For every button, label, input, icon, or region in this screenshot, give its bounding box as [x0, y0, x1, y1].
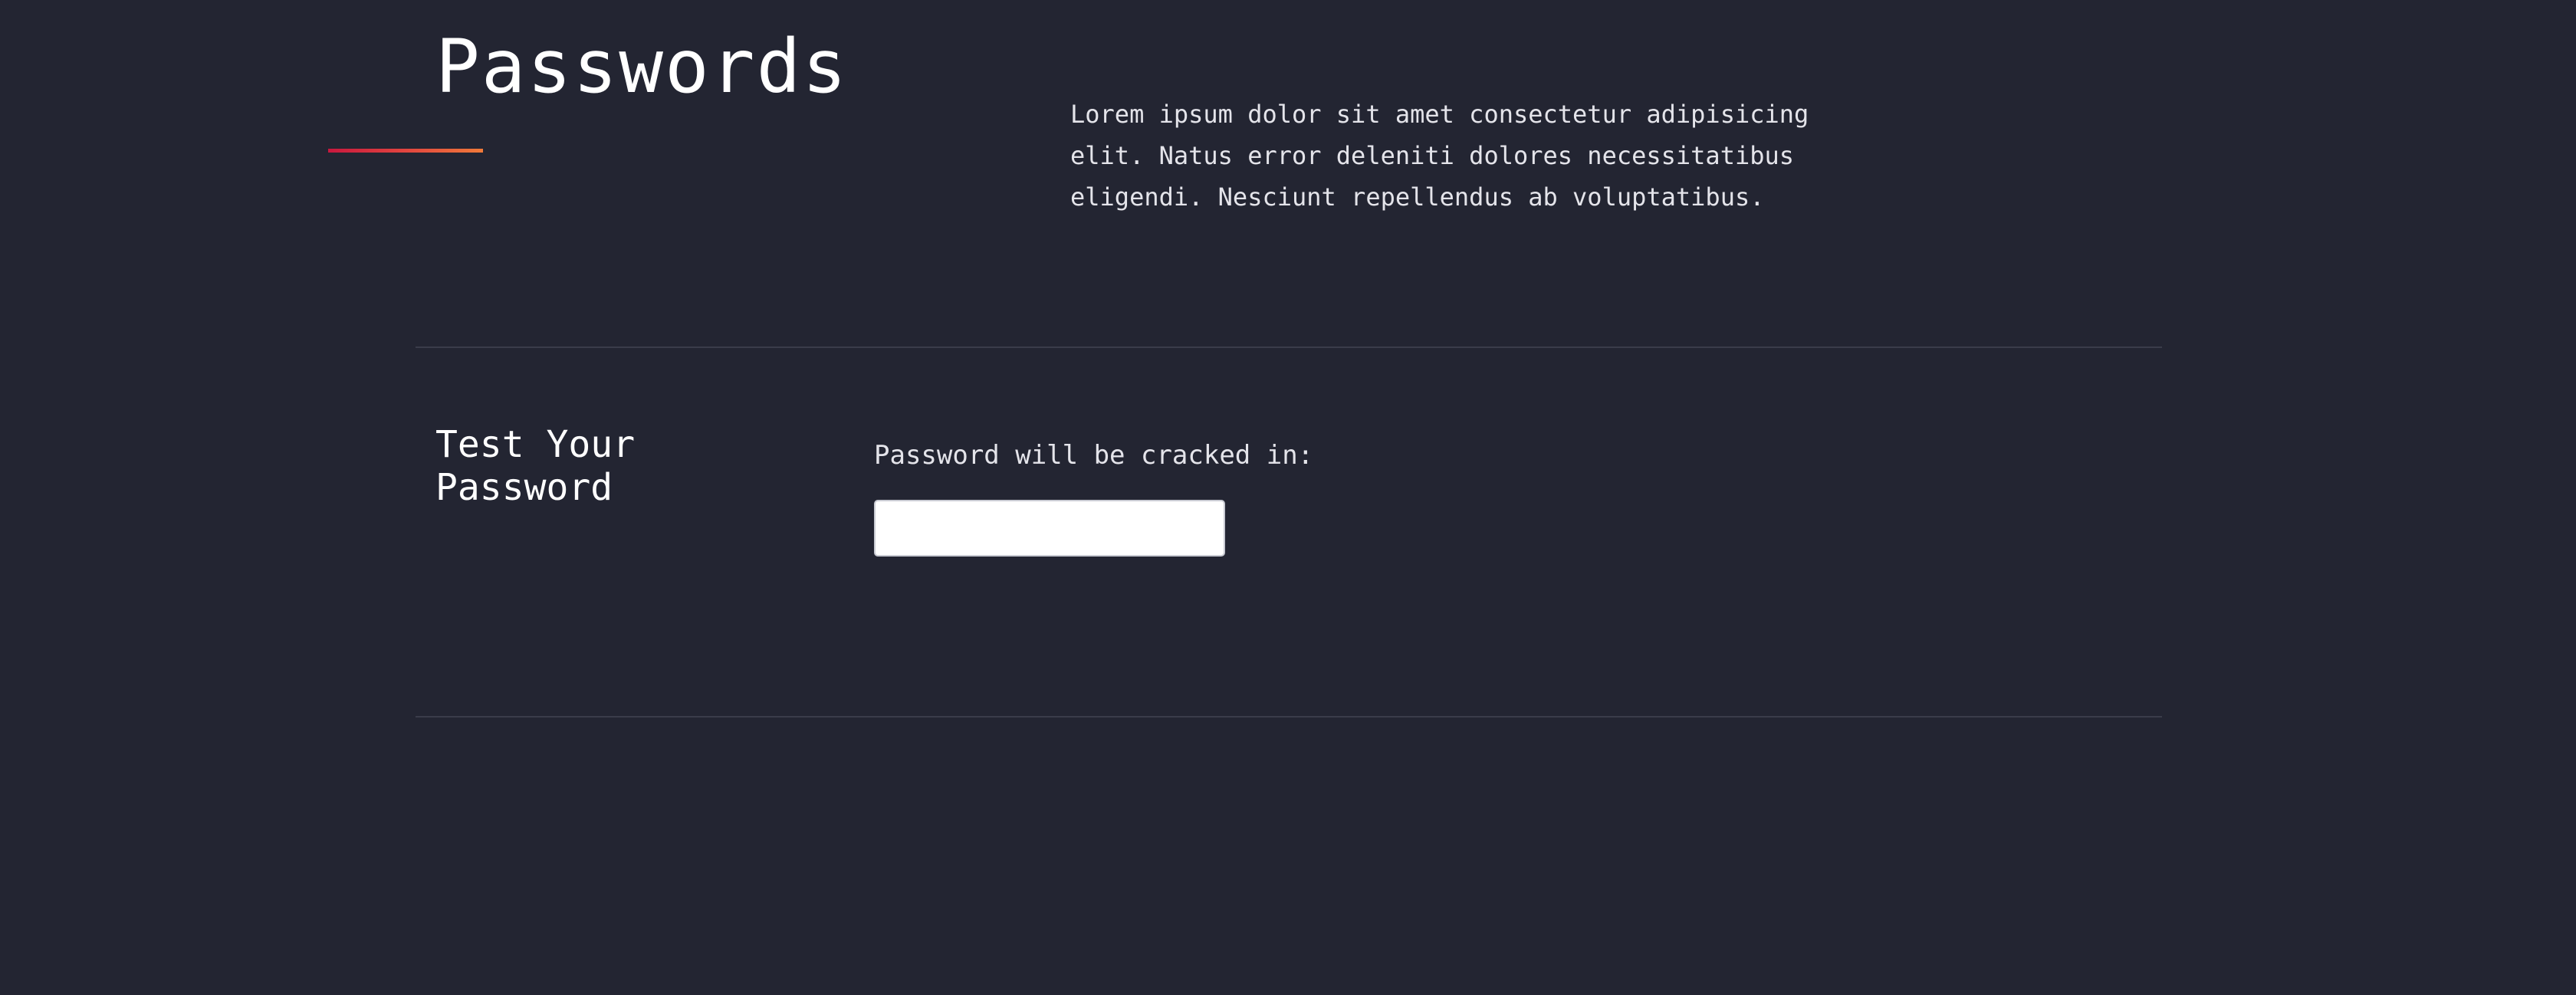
test-password-heading: Test Your Password [435, 423, 636, 509]
passwords-page: Passwords Lorem ipsum dolor sit amet con… [0, 0, 2576, 995]
password-input[interactable] [874, 500, 1225, 557]
intro-paragraph: Lorem ipsum dolor sit amet consectetur a… [1070, 100, 1809, 212]
section-divider-bottom [416, 716, 2162, 718]
page-title: Passwords [435, 24, 849, 110]
crack-time-label: Password will be cracked in: [874, 440, 1314, 471]
title-underline-accent [328, 149, 483, 153]
section-divider-top [416, 346, 2162, 348]
